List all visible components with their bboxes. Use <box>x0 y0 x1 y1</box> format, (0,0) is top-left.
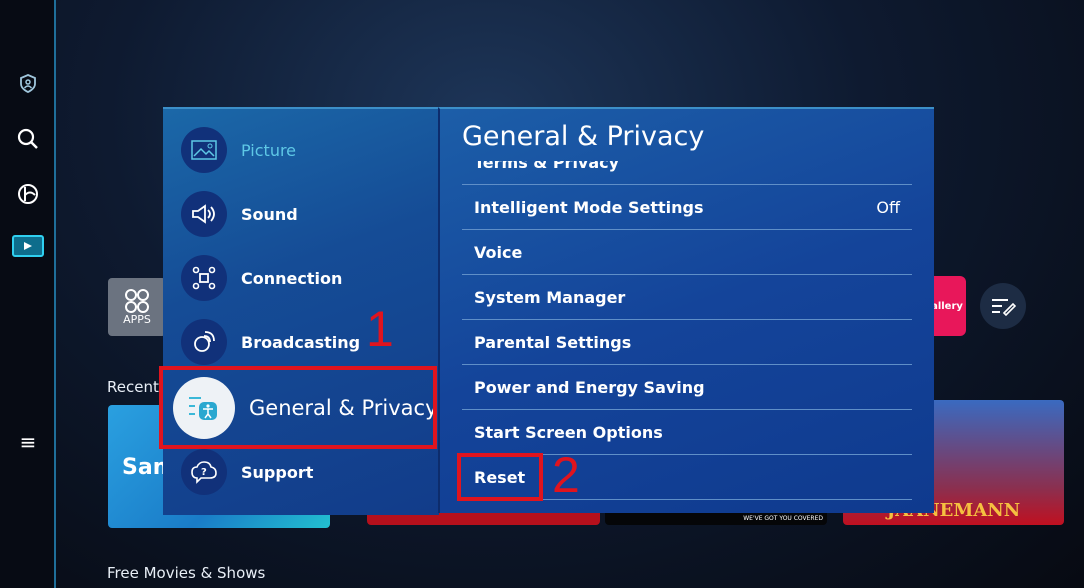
menu-item-parental-settings[interactable]: Parental Settings <box>462 320 912 365</box>
annotation-step-1: 1 <box>366 301 394 357</box>
edit-list-icon <box>992 299 1016 316</box>
menu-item-power-energy[interactable]: Power and Energy Saving <box>462 365 912 410</box>
menu-item-system-manager[interactable]: System Manager <box>462 275 912 320</box>
item-label: Start Screen Options <box>474 422 663 442</box>
menu-item-start-screen[interactable]: Start Screen Options <box>462 410 912 455</box>
picture-icon <box>181 127 227 173</box>
svg-text:?: ? <box>201 467 207 478</box>
panel-title: General & Privacy <box>462 121 705 152</box>
sidebar: ≡ <box>0 0 56 588</box>
free-movies-label: Free Movies & Shows <box>107 564 266 582</box>
edit-button[interactable] <box>980 283 1026 329</box>
category-sound[interactable]: Sound <box>181 189 298 239</box>
item-label: Terms & Privacy <box>474 153 620 172</box>
menu-icon[interactable]: ≡ <box>14 428 42 456</box>
search-icon[interactable] <box>14 125 42 153</box>
category-connection[interactable]: Connection <box>181 253 342 303</box>
category-broadcasting[interactable]: Broadcasting <box>181 317 360 367</box>
item-value: Off <box>876 197 900 217</box>
annotation-box-general-privacy <box>159 366 437 449</box>
category-label: Connection <box>241 268 343 288</box>
menu-item-intelligent-mode[interactable]: Intelligent Mode Settings Off <box>462 185 912 230</box>
category-label: Picture <box>241 140 297 160</box>
annotation-box-reset <box>457 453 543 501</box>
category-label: Support <box>241 462 314 482</box>
apps-icon <box>125 288 149 313</box>
category-label: Sound <box>241 204 298 224</box>
privacy-shield-icon[interactable] <box>14 70 42 98</box>
item-label: Intelligent Mode Settings <box>474 197 704 217</box>
broadcasting-icon <box>181 319 227 365</box>
gallery-label: allery <box>931 300 963 312</box>
recent-label: Recent <box>107 378 159 396</box>
media-icon[interactable] <box>12 235 44 257</box>
support-icon: ? <box>181 449 227 495</box>
item-label: System Manager <box>474 287 626 307</box>
connection-icon <box>181 255 227 301</box>
ambient-icon[interactable] <box>14 180 42 208</box>
menu-item-voice[interactable]: Voice <box>462 230 912 275</box>
category-support[interactable]: ? Support <box>181 447 313 497</box>
item-label: Voice <box>474 242 523 262</box>
black-tile-text: WE'VE GOT YOU COVERED <box>743 515 823 522</box>
item-label: Power and Energy Saving <box>474 377 705 397</box>
annotation-step-2: 2 <box>552 447 580 503</box>
item-label: Parental Settings <box>474 332 632 352</box>
apps-label: APPS <box>123 312 151 326</box>
settings-categories: Picture Sound Connection Broadcasting Ge… <box>163 107 439 515</box>
category-label: Broadcasting <box>241 332 361 352</box>
category-picture[interactable]: Picture <box>181 125 296 175</box>
apps-tile[interactable]: APPS <box>108 278 166 336</box>
sound-icon <box>181 191 227 237</box>
